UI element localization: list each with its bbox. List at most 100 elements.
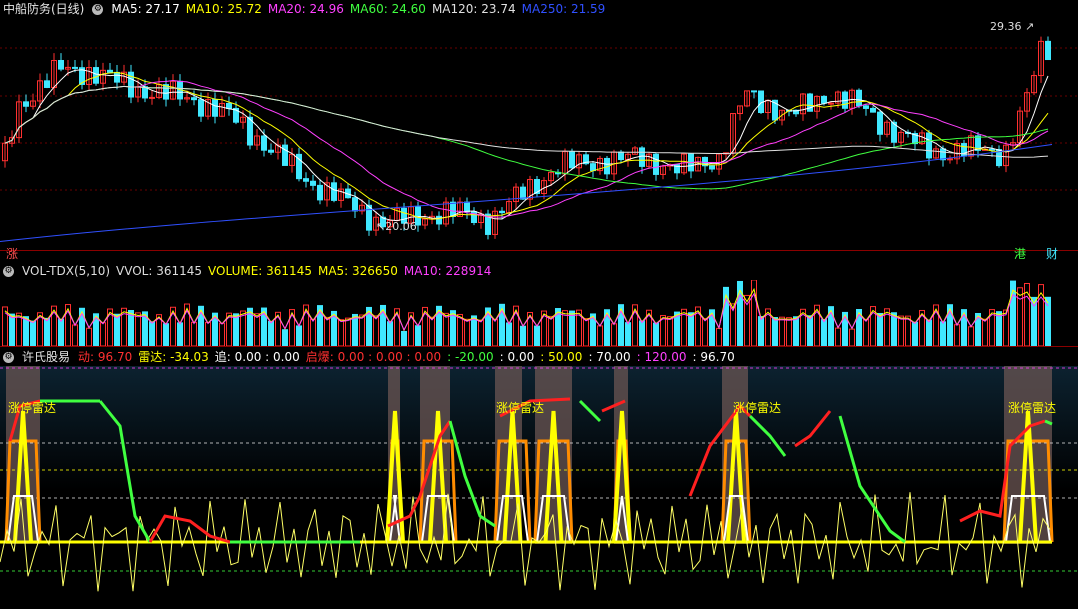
candle-body xyxy=(709,165,715,170)
volume-bar xyxy=(912,321,918,346)
volume-bar xyxy=(639,320,645,346)
volume-bar xyxy=(163,323,169,346)
volume-bar xyxy=(583,318,589,346)
limit-up-radar-label: 涨停雷达 xyxy=(496,400,544,415)
candle-body xyxy=(947,158,953,161)
ind-label-2: 追: 0.00 : 0.00 xyxy=(214,350,300,364)
settings-circle-icon[interactable]: ⚙ xyxy=(3,265,14,277)
volume-bar xyxy=(968,326,974,346)
ind-label-1: 雷达: -34.03 xyxy=(138,350,209,364)
hk-badge[interactable]: 港 xyxy=(1012,246,1028,262)
finance-badge[interactable]: 财 xyxy=(1044,246,1060,262)
low-price-label: ↖20.06 xyxy=(376,220,417,233)
stock-title[interactable]: 中船防务(日线) xyxy=(3,0,84,18)
ma-label-0: MA5: 27.17 xyxy=(111,2,180,16)
candle-body xyxy=(72,66,78,69)
candle-body xyxy=(926,132,932,159)
candle-body xyxy=(751,90,757,93)
settings-circle-icon[interactable]: ⚙ xyxy=(92,3,104,15)
limit-up-radar-label: 涨停雷达 xyxy=(733,400,781,415)
indicator-name[interactable]: 许氏股易 xyxy=(22,348,70,366)
candle-body xyxy=(352,197,358,212)
candle-body xyxy=(856,89,862,107)
volume-bar xyxy=(548,315,554,346)
ma-label-5: MA250: 21.59 xyxy=(521,2,606,16)
vol-label-0: VOL-TDX(5,10) xyxy=(22,264,111,278)
candle-body xyxy=(653,153,659,175)
volume-bar xyxy=(898,315,904,346)
ind-label-8: : 120.00 xyxy=(636,350,687,364)
limit-up-badge: 涨 xyxy=(6,247,19,261)
ma-label-2: MA20: 24.96 xyxy=(267,2,344,16)
settings-circle-icon[interactable]: ⚙ xyxy=(3,351,14,363)
ind-label-3: 启爆: 0.00 : 0.00 : 0.00 xyxy=(305,350,442,364)
volume-bar xyxy=(520,325,526,346)
candlestick-chart[interactable]: 29.36 ↗ ↖20.06 xyxy=(0,18,1078,250)
volume-bar xyxy=(30,320,36,346)
volume-chart[interactable] xyxy=(0,280,1078,346)
vol-label-2: VOLUME: 361145 xyxy=(208,264,312,278)
volume-bar xyxy=(373,315,379,346)
volume-bar xyxy=(401,330,407,346)
volume-bar xyxy=(58,318,64,346)
candle-body xyxy=(863,105,869,109)
volume-bar xyxy=(233,313,239,346)
volume-bar xyxy=(534,325,540,346)
volume-bar xyxy=(1031,296,1037,346)
volume-bar xyxy=(268,320,274,346)
candle-body xyxy=(93,67,99,84)
volume-bar xyxy=(387,321,393,346)
volume-bar xyxy=(625,322,631,346)
ind-label-4: : -20.00 xyxy=(447,350,494,364)
volume-bar xyxy=(359,314,365,346)
high-price-label: 29.36 ↗ xyxy=(990,20,1034,33)
volume-bar xyxy=(772,317,778,346)
ma-indicator-list: MA5: 27.17 MA10: 25.72 MA20: 24.96 MA60: 24… xyxy=(111,0,611,18)
volume-bar xyxy=(835,327,841,346)
volume-bar xyxy=(926,319,932,346)
volume-bar xyxy=(996,311,1002,346)
ind-label-9: : 96.70 xyxy=(692,350,735,364)
candle-body xyxy=(877,111,883,135)
main-divider xyxy=(0,250,1078,251)
vol-label-3: MA5: 326650 xyxy=(317,264,398,278)
candle-body xyxy=(282,144,288,166)
ma-label-4: MA120: 23.74 xyxy=(431,2,516,16)
volume-bar xyxy=(1045,296,1051,346)
candle-body xyxy=(317,184,323,201)
indicator-header: ⚙ 许氏股易 动: 96.70 雷达: -34.03 追: 0.00 : 0.00 启… xyxy=(0,348,741,366)
indicator-chart[interactable]: 涨停雷达 涨停雷达 涨停雷达 涨停雷达 xyxy=(0,366,1078,609)
candle-body xyxy=(149,96,155,99)
volume-bar xyxy=(786,317,792,346)
main-chart-header: 中船防务(日线) ⚙ MA5: 27.17 MA10: 25.72 MA20: 24… xyxy=(0,0,611,18)
volume-bar xyxy=(863,318,869,346)
candle-body xyxy=(191,97,197,101)
volume-bar xyxy=(744,294,750,346)
ma-label-3: MA60: 24.60 xyxy=(349,2,426,16)
candle-body xyxy=(303,178,309,182)
volume-bar xyxy=(569,310,575,346)
indicator-value-list: 动: 96.70 雷达: -34.03 追: 0.00 : 0.00 启爆: 0.00… xyxy=(78,348,741,366)
volume-bar xyxy=(254,313,260,346)
candle-body xyxy=(44,80,50,88)
volume-bar xyxy=(793,316,799,346)
volume-bar xyxy=(415,325,421,346)
volume-bar xyxy=(338,319,344,346)
volume-bar xyxy=(562,310,568,346)
candle-body xyxy=(569,151,575,169)
candle-body xyxy=(114,71,120,83)
volume-bar xyxy=(310,318,316,346)
volume-header: ⚙ VOL-TDX(5,10) VVOL: 361145 VOLUME: 36114… xyxy=(0,262,497,280)
candle-body xyxy=(618,151,624,161)
candle-body xyxy=(212,99,218,117)
volume-bar xyxy=(611,323,617,346)
volume-divider xyxy=(0,346,1078,347)
volume-bar xyxy=(324,316,330,346)
volume-bar xyxy=(282,329,288,346)
candle-body xyxy=(828,102,834,105)
volume-bar xyxy=(135,312,141,346)
limit-up-radar-label: 涨停雷达 xyxy=(8,400,56,415)
ind-label-6: : 50.00 xyxy=(540,350,583,364)
candle-body xyxy=(940,148,946,161)
vol-label-1: VVOL: 361145 xyxy=(116,264,203,278)
